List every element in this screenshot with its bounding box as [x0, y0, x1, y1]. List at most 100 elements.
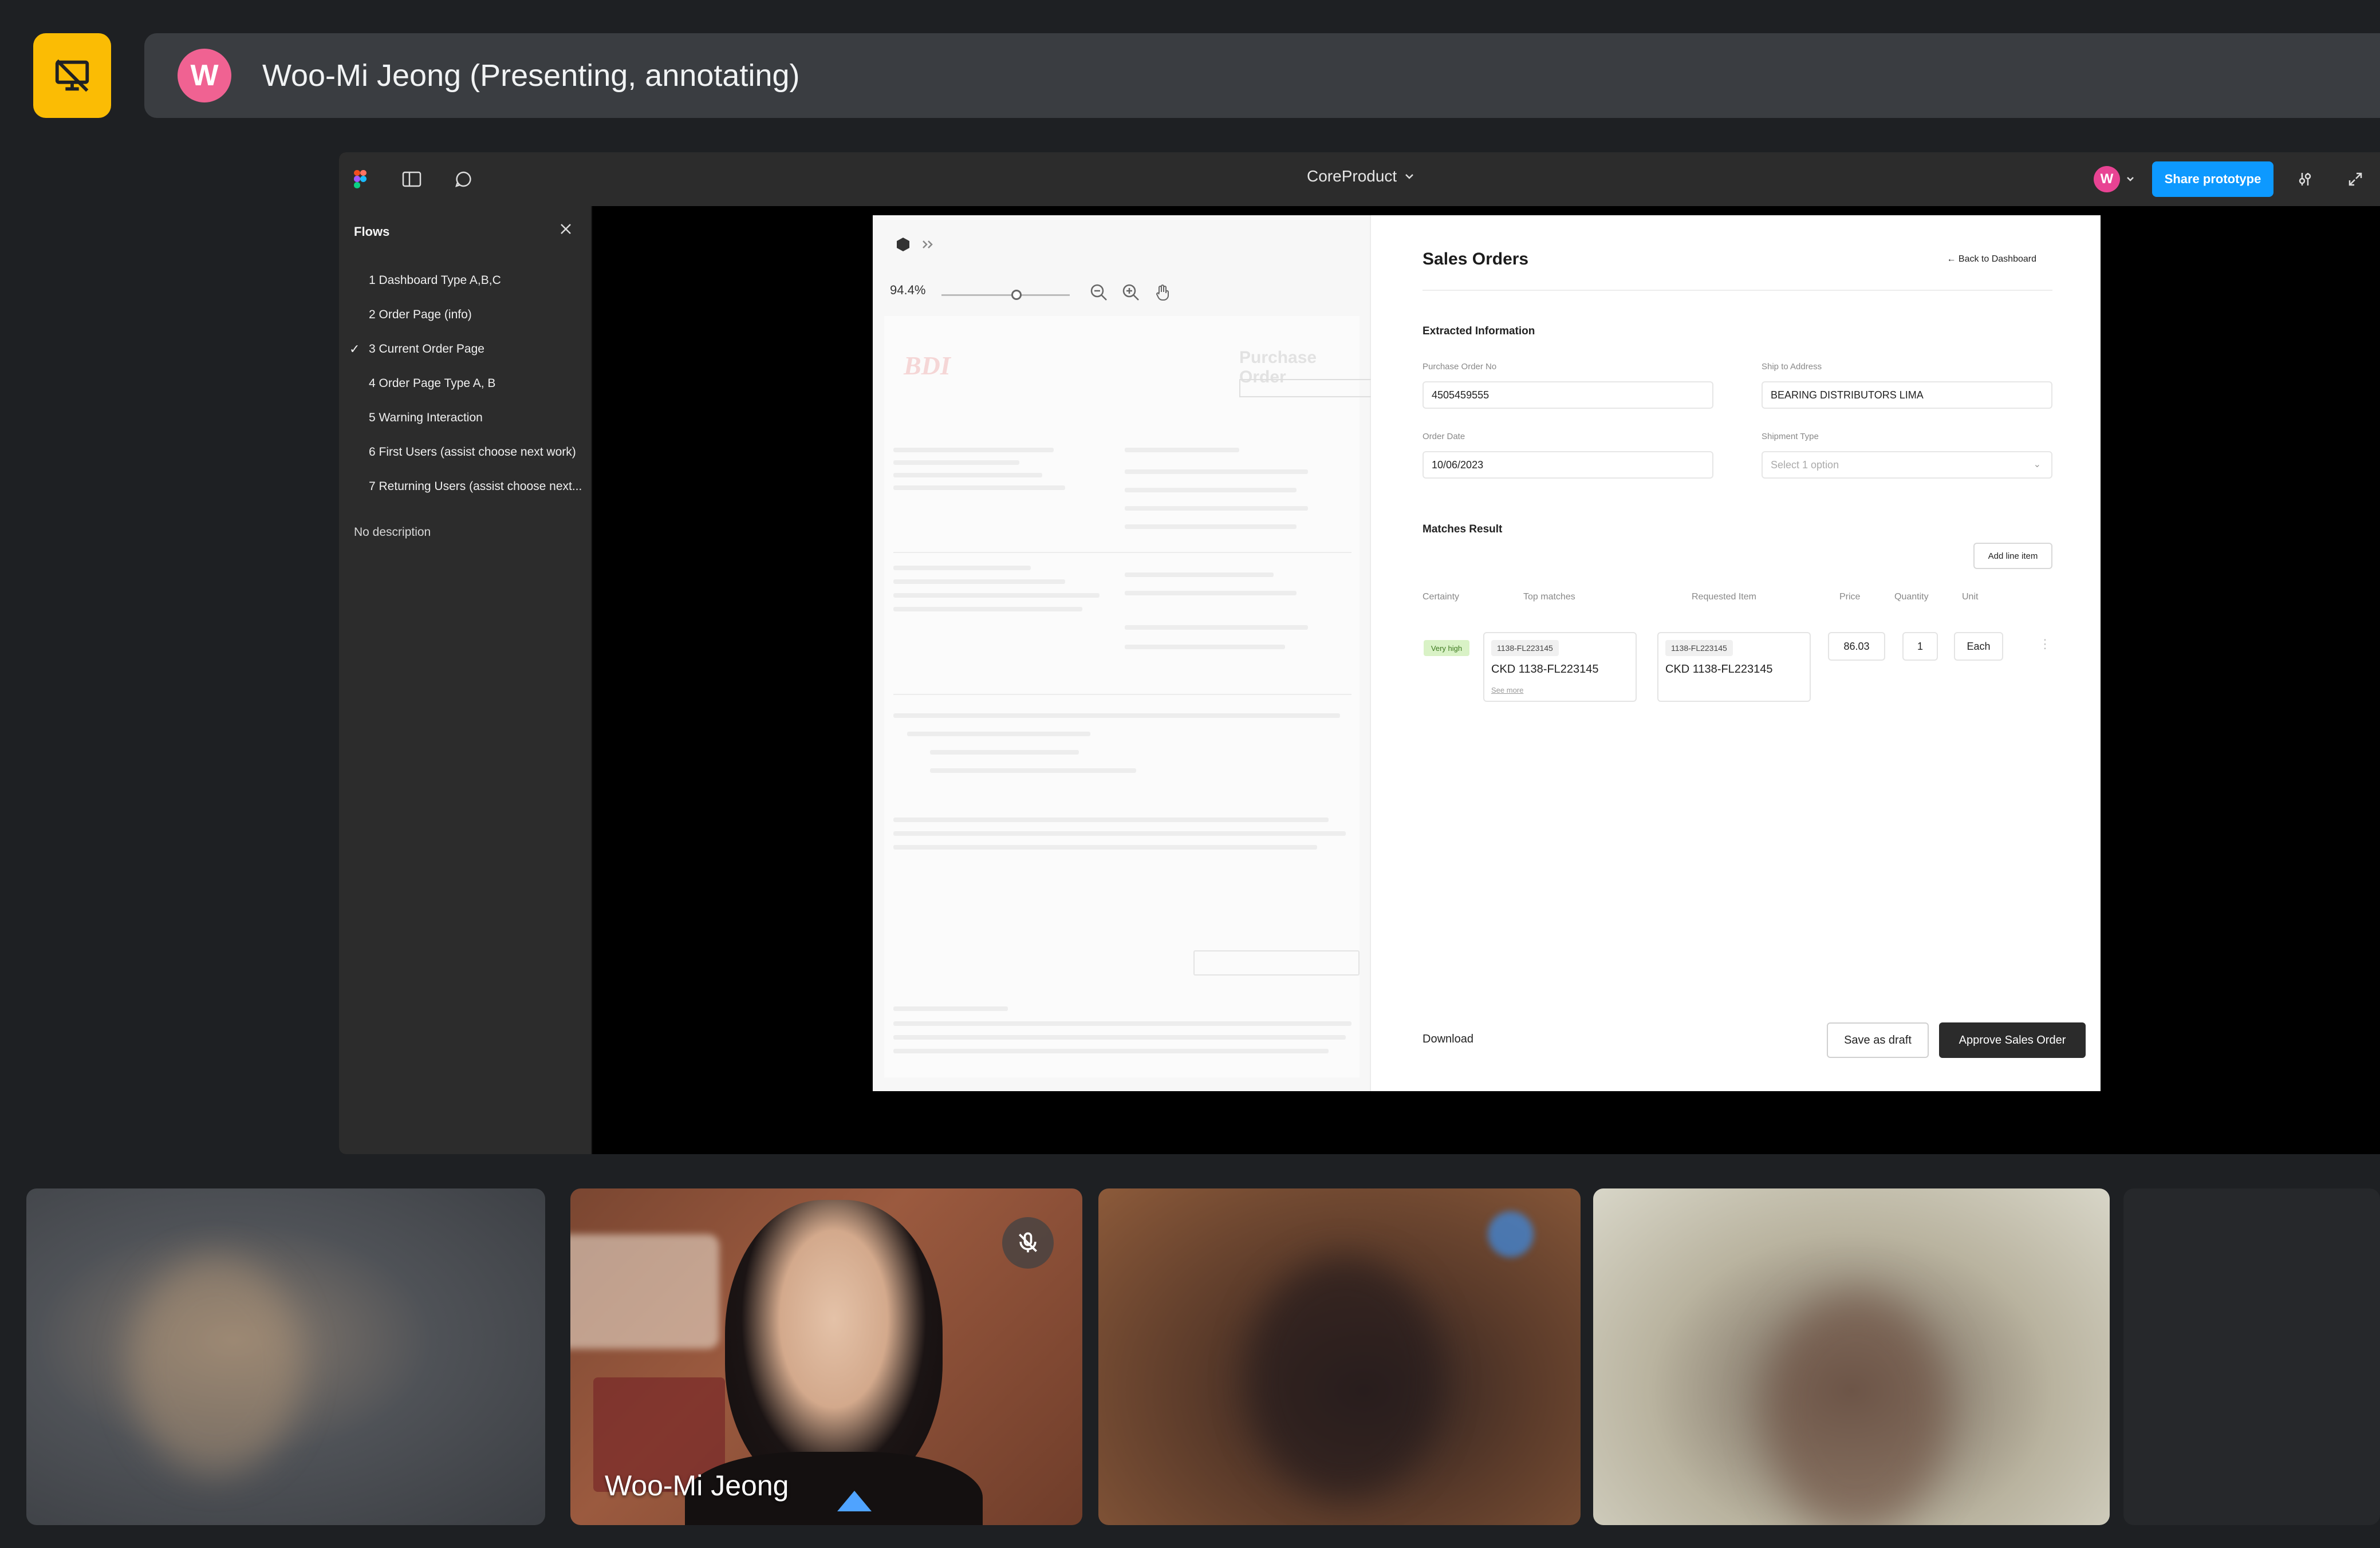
flow-item[interactable]: 7 Returning Users (assist choose next...	[339, 469, 591, 504]
quantity-field[interactable]: 1	[1902, 632, 1938, 661]
settings-sliders-icon[interactable]	[2293, 167, 2317, 191]
flow-item[interactable]: 1 Dashboard Type A,B,C	[339, 263, 591, 298]
item-code-chip: 1138-FL223145	[1665, 640, 1733, 656]
doc-text-line	[893, 448, 1054, 452]
doc-text-line	[1125, 572, 1274, 577]
close-icon[interactable]	[558, 221, 574, 237]
item-description: CKD 1138-FL223145	[1665, 663, 1773, 676]
participant-tile[interactable]	[26, 1188, 545, 1525]
project-switcher[interactable]: CoreProduct	[1307, 167, 1414, 185]
doc-text-line	[1125, 488, 1297, 492]
share-prototype-button[interactable]: Share prototype	[2152, 161, 2273, 197]
document-viewer: 94.4% BDI Purchase Order	[873, 215, 1382, 1091]
top-match-card[interactable]: 1138-FL223145 CKD 1138-FL223145 See more	[1483, 632, 1637, 702]
participant-video	[1247, 1257, 1442, 1498]
certainty-badge: Very high	[1424, 640, 1469, 656]
zoom-controls	[1089, 283, 1173, 302]
chevron-down-icon	[1405, 174, 1414, 179]
doc-total-box	[1193, 950, 1360, 976]
pinned-indicator-icon	[837, 1491, 872, 1511]
doc-text-line	[1125, 448, 1239, 452]
approve-sales-order-button[interactable]: Approve Sales Order	[1939, 1022, 2086, 1058]
doc-divider	[893, 552, 1351, 553]
doc-text-line	[1125, 645, 1285, 649]
download-link[interactable]: Download	[1423, 1033, 1473, 1046]
more-options-icon[interactable]: ⋮	[2039, 637, 2051, 651]
participant-tile[interactable]	[1593, 1188, 2110, 1525]
ship-to-label: Ship to Address	[1762, 362, 1822, 372]
hand-pan-icon[interactable]	[1153, 283, 1173, 302]
comment-icon[interactable]	[451, 167, 475, 191]
shipment-type-select[interactable]: Select 1 option ⌄	[1762, 451, 2052, 479]
participant-tile-active[interactable]: Woo-Mi Jeong	[570, 1188, 1082, 1525]
doc-text-line	[893, 1049, 1329, 1053]
participant-tile-overflow[interactable]	[2123, 1188, 2380, 1525]
ship-to-field[interactable]: BEARING DISTRIBUTORS LIMA	[1762, 381, 2052, 409]
column-header: Top matches	[1523, 592, 1575, 602]
sidebar-toggle-icon[interactable]	[400, 167, 424, 191]
flow-item[interactable]: 5 Warning Interaction	[339, 401, 591, 435]
item-code-chip: 1138-FL223145	[1491, 640, 1559, 656]
zoom-slider-handle[interactable]	[1011, 290, 1022, 300]
back-to-dashboard-link[interactable]: ← Back to Dashboard	[1946, 254, 2036, 264]
po-logo: BDI	[904, 351, 951, 380]
flow-item[interactable]: 6 First Users (assist choose next work)	[339, 435, 591, 469]
doc-text-line	[893, 845, 1317, 850]
presenter-status: Woo-Mi Jeong (Presenting, annotating)	[262, 58, 800, 93]
doc-text-line	[1125, 591, 1297, 595]
requested-item-card: 1138-FL223145 CKD 1138-FL223145	[1657, 632, 1811, 702]
participant-name: Woo-Mi Jeong	[605, 1470, 789, 1502]
order-date-label: Order Date	[1423, 432, 1465, 441]
chevron-down-icon: ⌄	[2033, 460, 2041, 469]
po-number-box	[1239, 379, 1382, 397]
doc-text-line	[893, 607, 1082, 611]
doc-text-line	[893, 818, 1329, 822]
expand-double-chevron-icon[interactable]	[921, 239, 935, 250]
column-header: Certainty	[1423, 592, 1460, 602]
flow-item[interactable]: 4 Order Page Type A, B	[339, 366, 591, 401]
price-field[interactable]: 86.03	[1828, 632, 1885, 661]
user-avatar[interactable]: W	[2094, 166, 2120, 192]
sales-order-form: Sales Orders ← Back to Dashboard Extract…	[1371, 215, 2101, 1091]
presenter-avatar: W	[178, 49, 231, 102]
presentation-off-icon	[55, 59, 89, 92]
zoom-in-icon[interactable]	[1121, 283, 1141, 302]
expand-icon[interactable]	[2343, 167, 2367, 191]
flow-item-selected[interactable]: ✓ 3 Current Order Page	[339, 332, 591, 366]
doc-text-line	[893, 460, 1019, 465]
doc-text-line	[893, 566, 1031, 570]
purchase-order-preview: BDI Purchase Order	[884, 316, 1382, 1077]
see-more-link[interactable]: See more	[1491, 686, 1523, 694]
participant-tile[interactable]	[1098, 1188, 1581, 1525]
matches-heading: Matches Result	[1423, 523, 1503, 535]
participant-video	[129, 1257, 301, 1475]
flow-description: No description	[354, 526, 431, 539]
figma-logo-icon[interactable]	[348, 167, 372, 191]
participant-video	[1765, 1292, 1948, 1525]
doc-text-line	[1125, 506, 1308, 511]
flows-sidebar: Flows 1 Dashboard Type A,B,C 2 Order Pag…	[339, 206, 592, 1154]
column-header: Price	[1839, 592, 1861, 602]
order-date-field[interactable]: 10/06/2023	[1423, 451, 1713, 479]
add-line-item-button[interactable]: Add line item	[1973, 543, 2052, 569]
doc-text-line	[893, 1035, 1346, 1040]
po-number-field[interactable]: 4505459555	[1423, 381, 1713, 409]
presenter-banner: W Woo-Mi Jeong (Presenting, annotating)	[144, 33, 2380, 118]
zoom-out-icon[interactable]	[1089, 283, 1109, 302]
unit-field[interactable]: Each	[1954, 632, 2003, 661]
meet-logo-tile[interactable]	[33, 33, 111, 118]
doc-text-line	[893, 593, 1100, 598]
save-as-draft-button[interactable]: Save as draft	[1827, 1022, 1929, 1058]
flow-item[interactable]: 2 Order Page (info)	[339, 298, 591, 332]
mic-off-icon	[1002, 1217, 1054, 1269]
extracted-info-heading: Extracted Information	[1423, 325, 1535, 337]
po-number-label: Purchase Order No	[1423, 362, 1497, 372]
column-header: Quantity	[1894, 592, 1929, 602]
doc-text-line	[1125, 625, 1308, 630]
item-description: CKD 1138-FL223145	[1491, 663, 1599, 676]
avatar-chevron-down-icon[interactable]	[2126, 171, 2135, 188]
zoom-slider-track[interactable]	[941, 294, 1070, 296]
doc-text-line	[893, 831, 1346, 836]
app-logo-icon[interactable]	[895, 236, 912, 253]
shipment-type-label: Shipment Type	[1762, 432, 1819, 441]
